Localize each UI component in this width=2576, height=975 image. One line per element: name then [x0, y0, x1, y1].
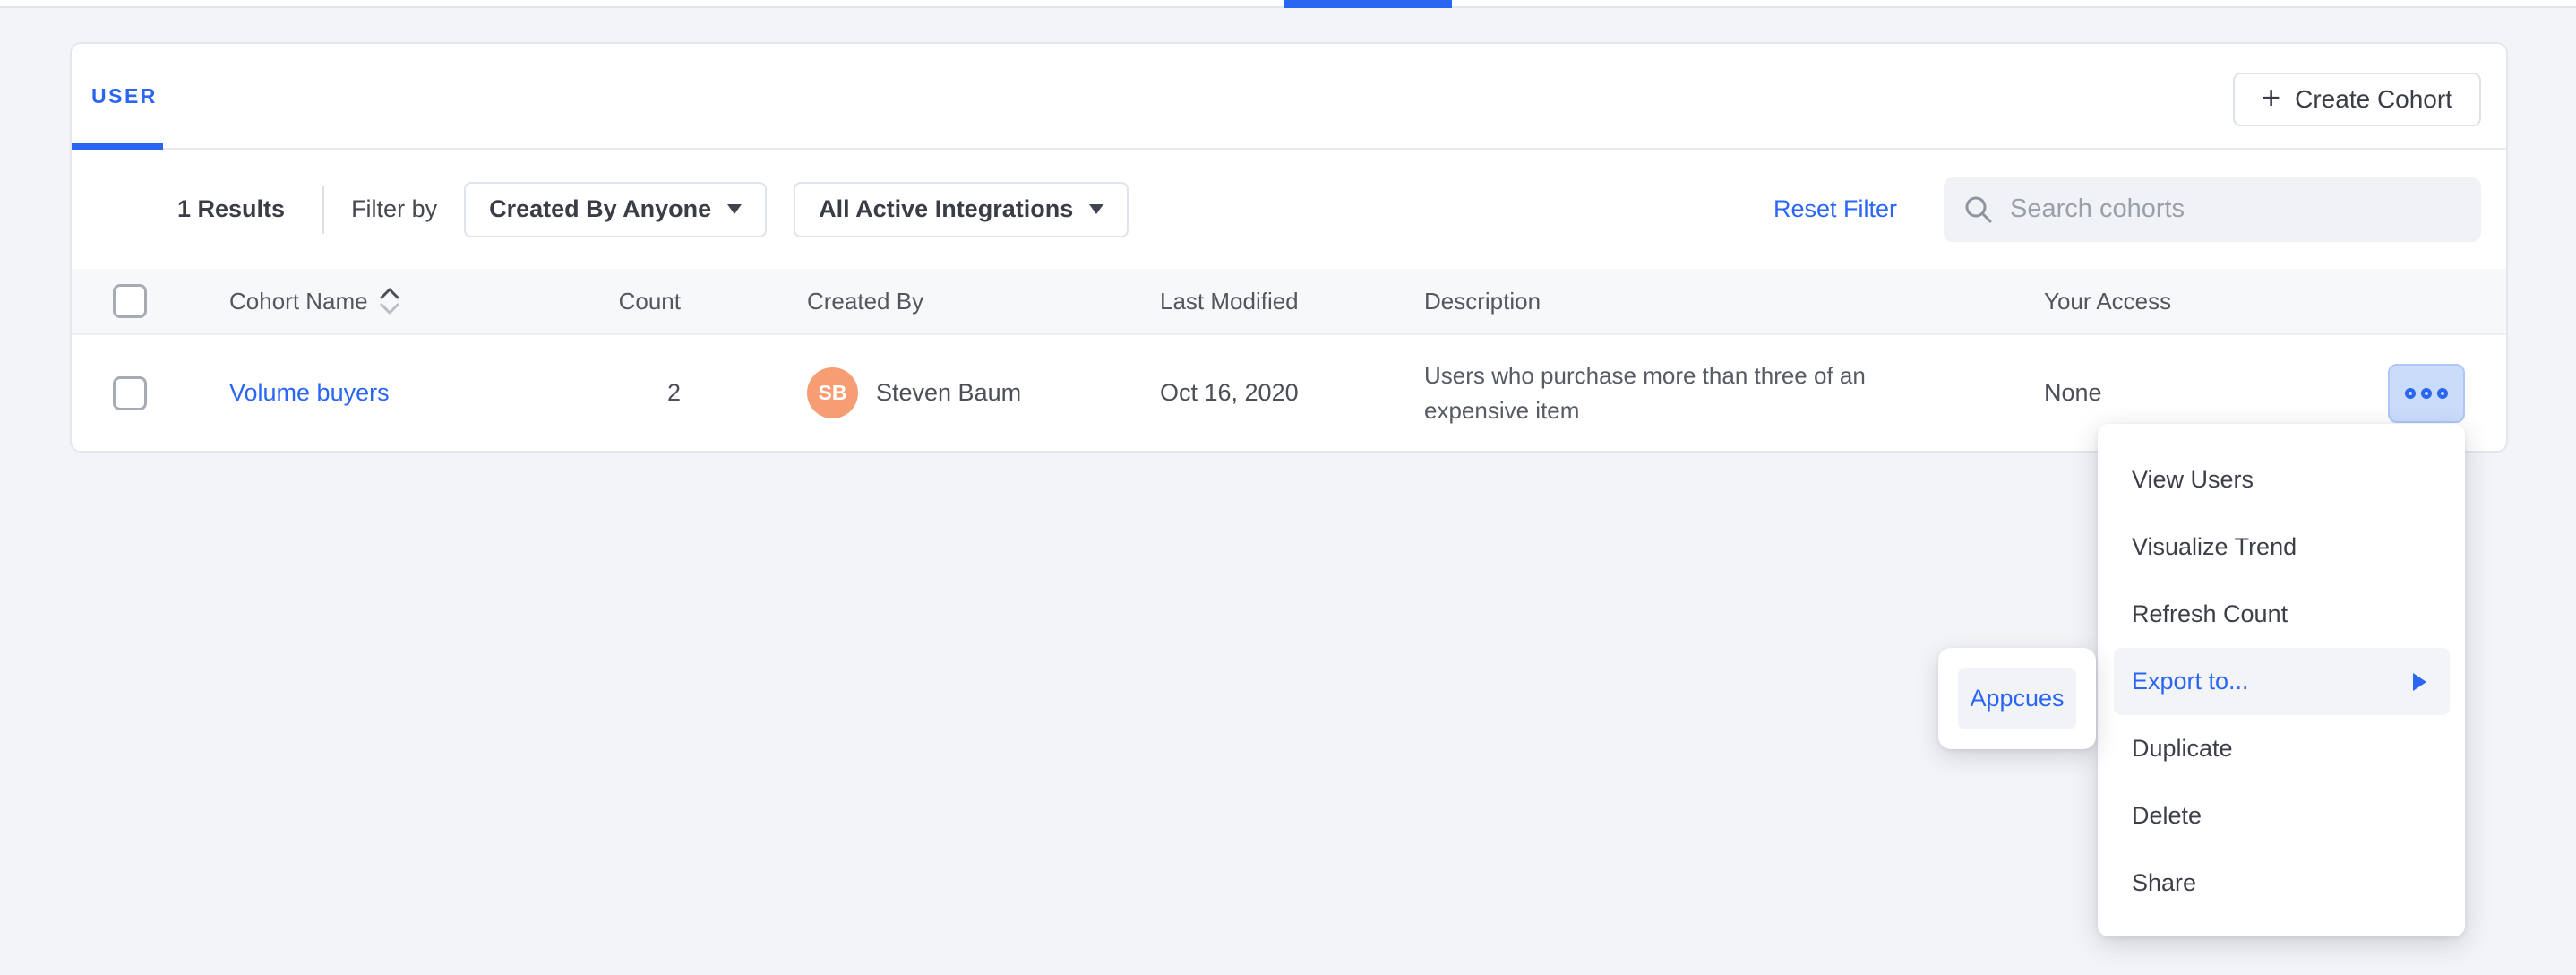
tab-row: USER + Create Cohort [72, 44, 2506, 150]
row-more-actions-button[interactable] [2388, 364, 2465, 423]
export-submenu: Appcues [1938, 648, 2096, 749]
plus-icon: + [2262, 82, 2280, 114]
submenu-arrow-icon [2413, 673, 2426, 691]
menu-item-visualize-trend[interactable]: Visualize Trend [2098, 513, 2465, 581]
integrations-dropdown[interactable]: All Active Integrations [794, 182, 1129, 237]
ellipsis-icon [2437, 388, 2448, 399]
cohort-name-link[interactable]: Volume buyers [229, 379, 390, 406]
column-created-by: Created By [681, 288, 1160, 315]
toolbar-right: Reset Filter [1773, 150, 2481, 269]
cohort-count: 2 [609, 379, 681, 407]
tab-active-underline [72, 143, 163, 150]
top-nav-bar [0, 0, 2576, 8]
integrations-dropdown-label: All Active Integrations [819, 195, 1073, 223]
toolbar-divider [322, 186, 324, 234]
submenu-item-appcues[interactable]: Appcues [1958, 668, 2076, 729]
menu-item-duplicate[interactable]: Duplicate [2098, 715, 2465, 782]
search-input[interactable] [2010, 194, 2461, 224]
created-by-name: Steven Baum [876, 379, 1021, 407]
menu-item-view-users[interactable]: View Users [2098, 446, 2465, 513]
menu-item-delete[interactable]: Delete [2098, 782, 2465, 850]
create-cohort-button[interactable]: + Create Cohort [2233, 73, 2481, 126]
ellipsis-icon [2421, 388, 2432, 399]
avatar: SB [807, 367, 858, 418]
tab-user[interactable]: USER [72, 44, 158, 148]
cohorts-card: USER + Create Cohort 1 Results Filter by… [70, 42, 2508, 453]
select-all-checkbox[interactable] [113, 284, 147, 318]
filter-by-label: Filter by [351, 195, 437, 223]
created-by-dropdown-label: Created By Anyone [489, 195, 711, 223]
last-modified-date: Oct 16, 2020 [1160, 379, 1424, 407]
menu-item-export-to-label: Export to... [2132, 668, 2249, 695]
column-count: Count [609, 288, 681, 315]
search-icon [1963, 194, 1994, 225]
menu-item-refresh-count[interactable]: Refresh Count [2098, 581, 2465, 648]
column-cohort-name-sortable[interactable]: Cohort Name [229, 286, 400, 316]
sort-icon [379, 286, 400, 316]
results-count: 1 Results [177, 195, 285, 223]
created-by-dropdown[interactable]: Created By Anyone [464, 182, 767, 237]
column-description: Description [1424, 288, 2044, 315]
tab-user-label: USER [91, 84, 158, 108]
menu-item-share[interactable]: Share [2098, 850, 2465, 917]
row-checkbox[interactable] [113, 376, 147, 410]
menu-item-export-to[interactable]: Export to... [2114, 648, 2450, 715]
column-cohort-name: Cohort Name [229, 288, 368, 315]
table-header: Cohort Name Count Created By Last Modifi… [72, 269, 2506, 333]
filter-toolbar: 1 Results Filter by Created By Anyone Al… [72, 150, 2506, 269]
chevron-down-icon [727, 204, 742, 214]
chevron-down-icon [1089, 204, 1103, 214]
reset-filter-link[interactable]: Reset Filter [1773, 195, 1897, 223]
your-access-value: None [2044, 379, 2338, 407]
cohort-description: Users who purchase more than three of an… [1424, 358, 1953, 428]
search-box[interactable] [1944, 177, 2481, 242]
column-last-modified: Last Modified [1160, 288, 1424, 315]
row-actions-context-menu: View Users Visualize Trend Refresh Count… [2098, 424, 2465, 936]
column-your-access: Your Access [2044, 288, 2338, 315]
create-cohort-label: Create Cohort [2295, 85, 2452, 114]
active-nav-tab-indicator [1284, 0, 1452, 8]
ellipsis-icon [2405, 388, 2416, 399]
